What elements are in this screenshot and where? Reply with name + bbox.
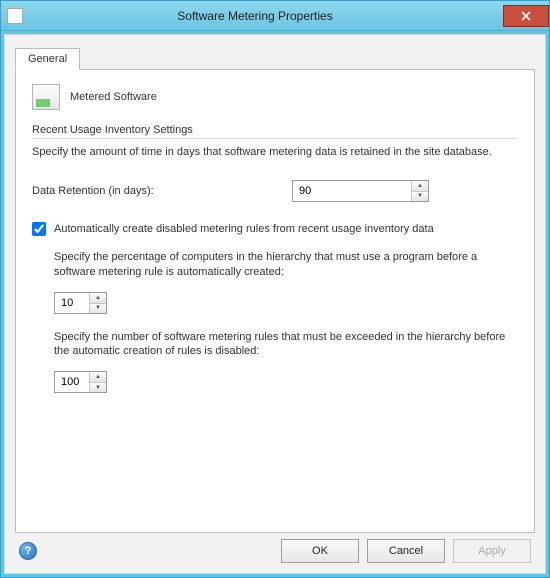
apply-button: Apply (453, 539, 531, 563)
window-frame: Software Metering Properties General Met… (0, 0, 550, 578)
window-title: Software Metering Properties (7, 9, 503, 23)
retention-input[interactable] (293, 181, 411, 201)
maxrules-input[interactable] (55, 372, 89, 392)
auto-rules-checkbox[interactable] (32, 222, 46, 236)
ok-button[interactable]: OK (281, 539, 359, 563)
tab-general[interactable]: General (15, 48, 80, 70)
percent-description: Specify the percentage of computers in t… (54, 250, 518, 280)
maxrules-up-button[interactable]: ▲ (90, 372, 106, 382)
client-area: General Metered Software Recent Usage In… (4, 34, 546, 574)
retention-label: Data Retention (in days): (32, 185, 292, 197)
percent-input[interactable] (55, 293, 89, 313)
percent-down-button[interactable]: ▼ (90, 303, 106, 313)
dialog-footer: ? OK Cancel Apply (15, 533, 535, 565)
retention-spinner: ▲ ▼ (292, 180, 429, 202)
close-icon (521, 11, 531, 21)
cancel-button[interactable]: Cancel (367, 539, 445, 563)
titlebar[interactable]: Software Metering Properties (1, 1, 549, 31)
panel-heading: Metered Software (70, 91, 157, 103)
retention-up-button[interactable]: ▲ (412, 181, 428, 191)
retention-down-button[interactable]: ▼ (412, 191, 428, 201)
tab-panel-general: Metered Software Recent Usage Inventory … (15, 69, 535, 533)
maxrules-down-button[interactable]: ▼ (90, 382, 106, 392)
group-divider (32, 138, 518, 139)
close-button[interactable] (503, 5, 549, 27)
tab-strip: General (15, 45, 535, 69)
group-description: Specify the amount of time in days that … (32, 145, 518, 160)
maxrules-spinner: ▲ ▼ (54, 371, 107, 393)
percent-up-button[interactable]: ▲ (90, 293, 106, 303)
percent-spinner: ▲ ▼ (54, 292, 107, 314)
help-icon[interactable]: ? (19, 542, 37, 560)
group-title: Recent Usage Inventory Settings (32, 124, 518, 136)
metered-software-icon (32, 84, 60, 110)
maxrules-description: Specify the number of software metering … (54, 330, 518, 360)
auto-rules-label: Automatically create disabled metering r… (54, 223, 434, 235)
